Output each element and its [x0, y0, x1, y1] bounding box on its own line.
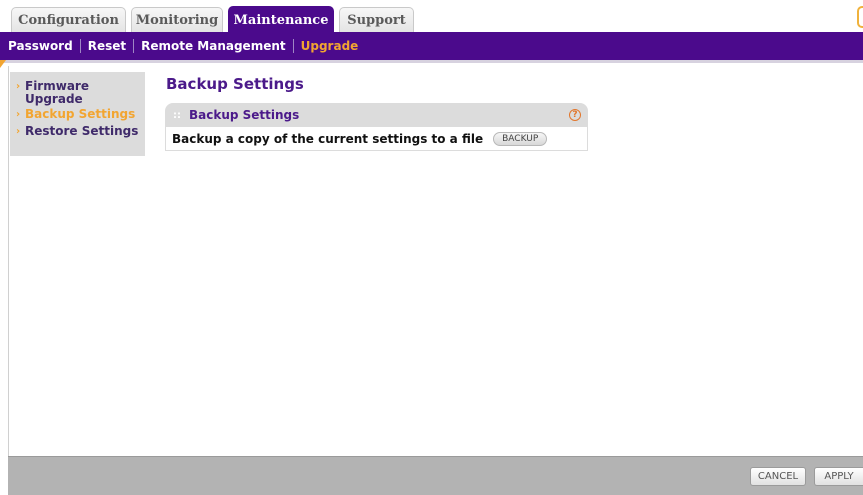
tab-monitoring[interactable]: Monitoring: [131, 7, 223, 32]
sub-menu-bar: Password Reset Remote Management Upgrade: [0, 32, 863, 60]
backup-row-label: Backup a copy of the current settings to…: [172, 131, 484, 146]
tab-configuration[interactable]: Configuration: [11, 7, 126, 32]
help-icon[interactable]: ?: [569, 109, 581, 121]
chevron-right-icon: ›: [16, 126, 21, 137]
submenu-separator: [133, 39, 135, 53]
sidebar-item-restore-settings[interactable]: › Restore Settings: [10, 125, 145, 139]
logout-tab-edge[interactable]: [857, 6, 863, 28]
page-title: Backup Settings: [166, 75, 304, 93]
submenu-upgrade[interactable]: Upgrade: [301, 39, 359, 53]
chevron-right-icon: ›: [16, 109, 21, 120]
panel-header: :: Backup Settings ?: [165, 103, 588, 127]
backup-button[interactable]: BACKUP: [493, 131, 548, 146]
backup-settings-panel: :: Backup Settings ? Backup a copy of th…: [165, 103, 588, 157]
side-navigation: › Firmware Upgrade › Backup Settings › R…: [10, 72, 145, 156]
chevron-right-icon: ›: [16, 81, 21, 92]
sidebar-item-label: Backup Settings: [25, 107, 136, 121]
sidebar-item-label: Firmware Upgrade: [25, 79, 89, 106]
sidebar-item-firmware-upgrade[interactable]: › Firmware Upgrade: [10, 80, 145, 106]
sidebar-item-backup-settings[interactable]: › Backup Settings: [10, 108, 145, 122]
top-tab-bar: Configuration Monitoring Maintenance Sup…: [0, 0, 863, 33]
header-divider: [0, 60, 863, 63]
tab-maintenance[interactable]: Maintenance: [228, 6, 334, 33]
submenu-reset[interactable]: Reset: [88, 39, 126, 53]
panel-title: Backup Settings: [189, 108, 300, 122]
drag-handle-icon: ::: [173, 109, 181, 121]
bottom-action-bar: CANCEL APPLY: [8, 456, 863, 495]
apply-button[interactable]: APPLY: [814, 467, 863, 486]
submenu-separator: [79, 39, 81, 53]
corner-marker: [0, 60, 6, 68]
submenu-separator: [292, 39, 294, 53]
cancel-button[interactable]: CANCEL: [750, 467, 806, 486]
sidebar-item-label: Restore Settings: [25, 124, 139, 138]
panel-body: Backup a copy of the current settings to…: [165, 127, 588, 151]
submenu-password[interactable]: Password: [8, 39, 73, 53]
submenu-remote-management[interactable]: Remote Management: [141, 39, 286, 53]
tab-support[interactable]: Support: [339, 7, 414, 32]
